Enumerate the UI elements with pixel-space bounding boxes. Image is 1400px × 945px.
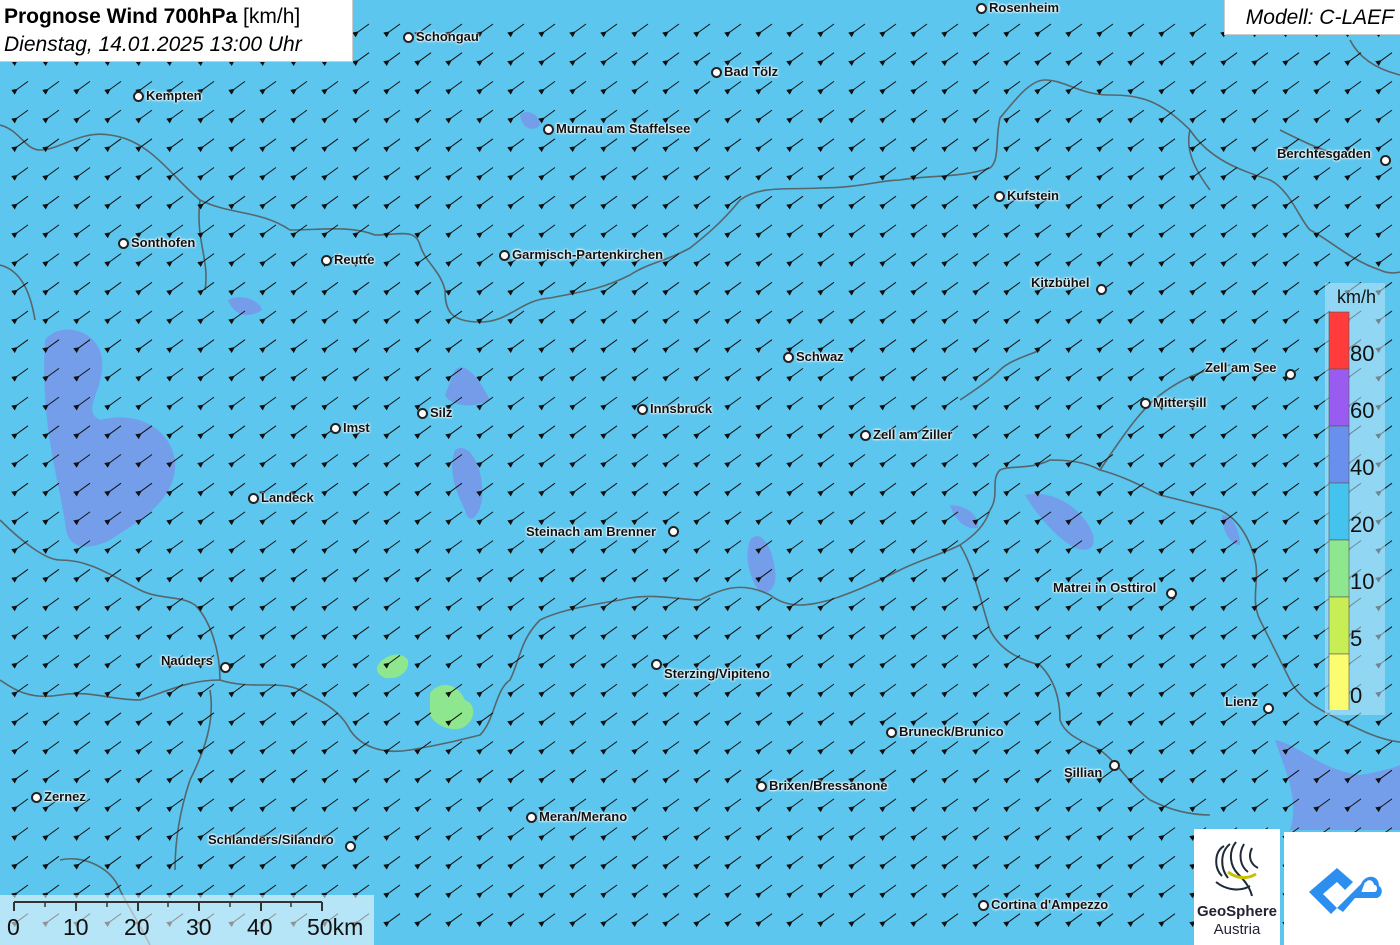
place-label: Bad Tölz: [724, 64, 779, 79]
map-title: Prognose Wind 700hPa [km/h]: [4, 3, 348, 31]
place-label: Reutte: [334, 252, 375, 267]
place-marker: [526, 812, 537, 823]
geosphere-country: Austria: [1213, 921, 1261, 938]
place-marker: [403, 32, 414, 43]
place-marker: [321, 255, 332, 266]
legend-unit: km/h: [1337, 287, 1377, 307]
legend-swatch: [1328, 482, 1350, 541]
model-label: Modell: C-LAEF: [1224, 0, 1400, 35]
place-marker: [1380, 155, 1391, 166]
legend-swatch: [1328, 539, 1350, 598]
place-marker: [1140, 398, 1151, 409]
place-marker: [711, 67, 722, 78]
place-marker: [1096, 284, 1107, 295]
place-marker: [417, 408, 428, 419]
place-label: Lienz: [1225, 694, 1259, 709]
place-label: Murnau am Staffelsee: [556, 121, 691, 136]
place-label: Sonthofen: [131, 235, 196, 250]
place-marker: [499, 250, 510, 261]
place-label: Berchtesgaden: [1277, 146, 1371, 161]
legend-label: 40: [1350, 455, 1374, 480]
place-marker: [978, 900, 989, 911]
title-unit: [km/h]: [243, 5, 301, 28]
place-marker: [668, 526, 679, 537]
place-label: Brixen/Bressanone: [769, 778, 888, 793]
legend-swatch: [1328, 425, 1350, 484]
place-label: Cortina d'Ampezzo: [991, 897, 1109, 912]
place-marker: [637, 404, 648, 415]
scale-label-30: 30: [186, 914, 212, 940]
legend-label: 60: [1350, 398, 1374, 423]
scale-label-10: 10: [63, 914, 89, 940]
place-label: Steinach am Brenner: [526, 524, 657, 539]
place-marker: [1263, 703, 1274, 714]
place-label: Sterzing/Vipiteno: [664, 666, 770, 681]
place-marker: [31, 792, 42, 803]
legend-label: 20: [1350, 512, 1374, 537]
place-marker: [886, 727, 897, 738]
place-marker: [1166, 588, 1177, 599]
place-label: Zell am See: [1205, 360, 1277, 375]
legend-label: 5: [1350, 626, 1362, 651]
place-marker: [1285, 369, 1296, 380]
scale-label-0: 0: [7, 914, 20, 940]
place-label: Schlanders/Silandro: [208, 832, 334, 847]
place-label: Imst: [343, 420, 370, 435]
place-marker: [330, 423, 341, 434]
legend-label: 10: [1350, 569, 1374, 594]
legend-swatch: [1328, 311, 1350, 370]
legend-swatch: [1328, 596, 1350, 655]
place-label: Kitzbühel: [1031, 275, 1090, 290]
wind-map: [0, 0, 1400, 945]
place-label: Mittersill: [1153, 395, 1207, 410]
place-marker: [248, 493, 259, 504]
place-marker: [543, 124, 554, 135]
scale-label-20: 20: [124, 914, 150, 940]
place-label: Landeck: [261, 490, 314, 505]
place-label: Zernez: [44, 789, 86, 804]
place-label: Garmisch-Partenkirchen: [512, 247, 664, 262]
place-label: Matrei in Osttirol: [1053, 580, 1157, 595]
place-label: Schwaz: [796, 349, 844, 364]
place-label: Zell am Ziller: [873, 427, 953, 442]
place-marker: [783, 352, 794, 363]
place-label: Innsbruck: [650, 401, 713, 416]
place-label: Nauders: [161, 653, 214, 668]
title-box: Prognose Wind 700hPa [km/h] Dienstag, 14…: [0, 0, 353, 62]
legend-swatch: [1328, 368, 1350, 427]
title-main: Prognose Wind 700hPa: [4, 5, 238, 28]
place-marker: [756, 781, 767, 792]
place-label: Sillian: [1064, 765, 1103, 780]
scale-label-50km: 50km: [307, 914, 364, 940]
cloud-arrow-logo-icon: [1309, 868, 1382, 914]
legend-swatch: [1328, 653, 1350, 710]
place-marker: [976, 3, 987, 14]
place-label: Silz: [430, 405, 453, 420]
place-marker: [994, 191, 1005, 202]
place-label: Bruneck/Brunico: [899, 724, 1004, 739]
place-marker: [651, 659, 662, 670]
place-marker: [1109, 760, 1120, 771]
geosphere-name: GeoSphere: [1196, 903, 1278, 920]
place-marker: [860, 430, 871, 441]
scale-label-40: 40: [247, 914, 273, 940]
place-label: Schongau: [416, 29, 479, 44]
forecast-date: Dienstag, 14.01.2025 13:00 Uhr: [4, 33, 302, 56]
place-marker: [133, 91, 144, 102]
place-label: Kufstein: [1007, 188, 1059, 203]
geosphere-emblem-icon: [1215, 841, 1259, 897]
place-marker: [118, 238, 129, 249]
legend-colorbar: 80 60 40 20 10 5 0: [1328, 311, 1374, 710]
place-marker: [345, 841, 356, 852]
legend-label: 80: [1350, 341, 1374, 366]
place-marker: [220, 662, 231, 673]
legend-label: 0: [1350, 683, 1362, 708]
place-label: Rosenheim: [989, 0, 1060, 15]
place-label: Kempten: [146, 88, 202, 103]
place-label: Meran/Merano: [539, 809, 628, 824]
